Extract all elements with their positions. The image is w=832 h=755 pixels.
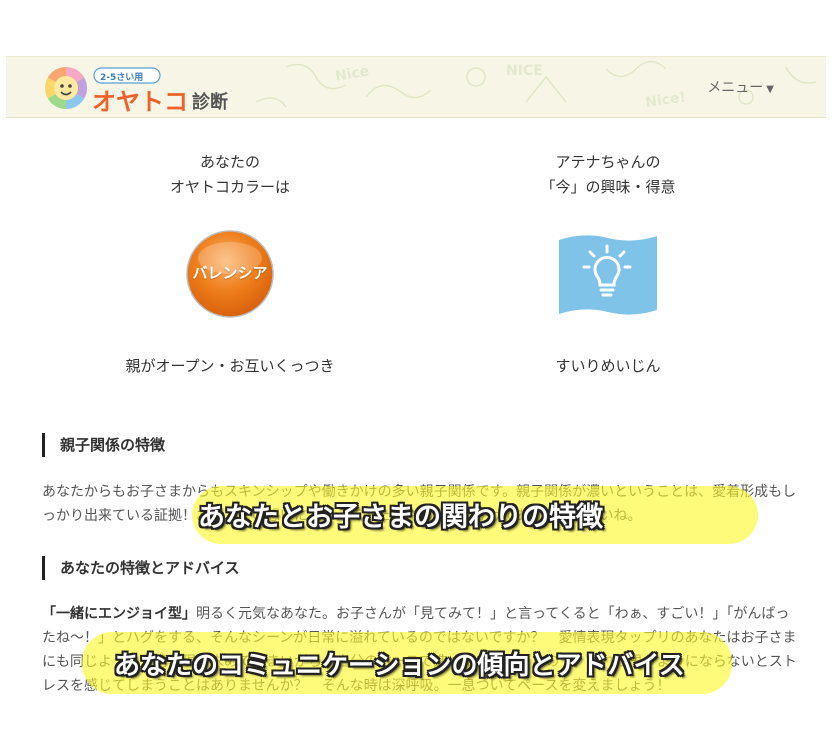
- svg-text:Nice!: Nice!: [644, 89, 687, 111]
- callout-communication-advice: あなたのコミュニケーションの傾向とアドバイス: [114, 651, 685, 681]
- menu-label: メニュー: [707, 80, 764, 96]
- lightbulb-icon: [559, 235, 657, 315]
- interest-title-line1: アテナちゃんの: [555, 153, 661, 171]
- color-badge: バレンシア: [184, 228, 276, 320]
- logo-title: オヤトコ: [92, 88, 188, 116]
- interest-title-line2: 「今」の興味・得意: [540, 178, 676, 196]
- oyatoko-color-title: あなたの オヤトコカラーは: [100, 150, 360, 200]
- section-heading-advice: あなたの特徴とアドバイス: [42, 556, 240, 580]
- menu-button[interactable]: メニュー ▼: [707, 77, 774, 97]
- interest-caption: すいりめいじん: [555, 357, 661, 375]
- svg-text:NICE: NICE: [506, 63, 543, 79]
- site-header: Nice NICE Nice! 2-5さい用 オヤトコ 診断 メニュー ▼: [6, 56, 826, 118]
- site-logo[interactable]: 2-5さい用 オヤトコ 診断: [42, 64, 252, 116]
- section-heading-relationship: 親子関係の特徴: [42, 433, 165, 457]
- callout-relationship-feature: あなたとお子さまの関わりの特徴: [198, 502, 603, 533]
- oyatoko-color-caption: 親がオープン・お互いくっつき: [125, 357, 335, 375]
- oyatoko-color-title-line1: あなたの: [199, 153, 260, 171]
- oyatoko-color-title-line2: オヤトコカラーは: [169, 178, 290, 196]
- color-badge-label: バレンシア: [192, 264, 268, 282]
- logo-suffix: 診断: [192, 92, 228, 113]
- svg-text:Nice: Nice: [334, 63, 371, 85]
- caret-down-icon: ▼: [766, 84, 774, 95]
- interest-badge: [556, 232, 660, 320]
- advice-type-label: 「一緒にエンジョイ型」: [42, 606, 196, 622]
- interest-title: アテナちゃんの 「今」の興味・得意: [478, 150, 738, 200]
